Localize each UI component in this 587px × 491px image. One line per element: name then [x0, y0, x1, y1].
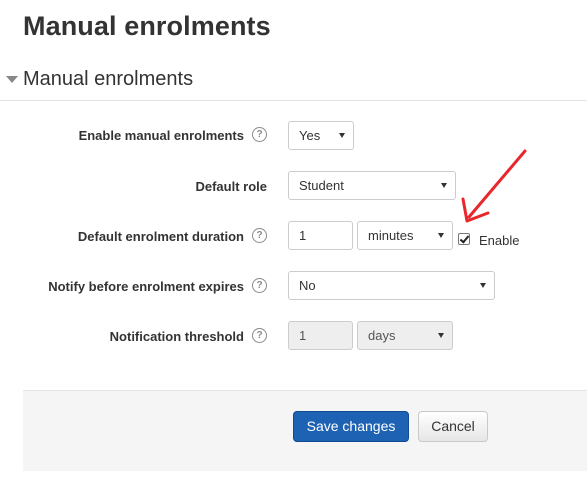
- page-title: Manual enrolments: [23, 11, 271, 41]
- duration-number-input[interactable]: 1: [288, 221, 353, 250]
- help-icon[interactable]: ?: [252, 278, 267, 293]
- save-changes-button[interactable]: Save changes: [293, 411, 409, 442]
- default-role-label: Default role: [195, 179, 267, 194]
- section-header[interactable]: Manual enrolments: [6, 68, 587, 94]
- duration-enable-checkbox[interactable]: [458, 233, 470, 245]
- section-divider: [0, 100, 587, 101]
- collapse-triangle-icon[interactable]: [6, 76, 18, 83]
- enable-manual-select[interactable]: Yes: [288, 121, 354, 150]
- default-role-select[interactable]: Student: [288, 171, 456, 200]
- threshold-unit-value: days: [368, 328, 396, 343]
- duration-enable-label[interactable]: Enable: [479, 233, 519, 248]
- cancel-button[interactable]: Cancel: [418, 411, 488, 442]
- duration-unit-select[interactable]: minutes: [357, 221, 453, 250]
- form-footer: Save changes Cancel: [23, 390, 587, 471]
- enable-manual-label: Enable manual enrolments: [78, 128, 244, 143]
- section-title: Manual enrolments: [23, 68, 194, 90]
- chevron-down-icon: [441, 183, 447, 188]
- duration-label: Default enrolment duration: [77, 229, 244, 244]
- notify-select[interactable]: No: [288, 271, 495, 300]
- notify-label: Notify before enrolment expires: [48, 279, 244, 294]
- annotation-arrow-icon: [461, 149, 527, 223]
- enable-manual-value: Yes: [299, 128, 321, 143]
- chevron-down-icon: [480, 283, 486, 288]
- help-icon[interactable]: ?: [252, 127, 267, 142]
- threshold-label: Notification threshold: [109, 329, 244, 344]
- threshold-number-input: 1: [288, 321, 353, 350]
- chevron-down-icon: [438, 333, 444, 338]
- default-role-value: Student: [299, 178, 344, 193]
- chevron-down-icon: [438, 233, 444, 238]
- notify-value: No: [299, 278, 316, 293]
- help-icon[interactable]: ?: [252, 328, 267, 343]
- chevron-down-icon: [339, 133, 345, 138]
- threshold-unit-select: days: [357, 321, 453, 350]
- help-icon[interactable]: ?: [252, 228, 267, 243]
- duration-unit-value: minutes: [368, 228, 414, 243]
